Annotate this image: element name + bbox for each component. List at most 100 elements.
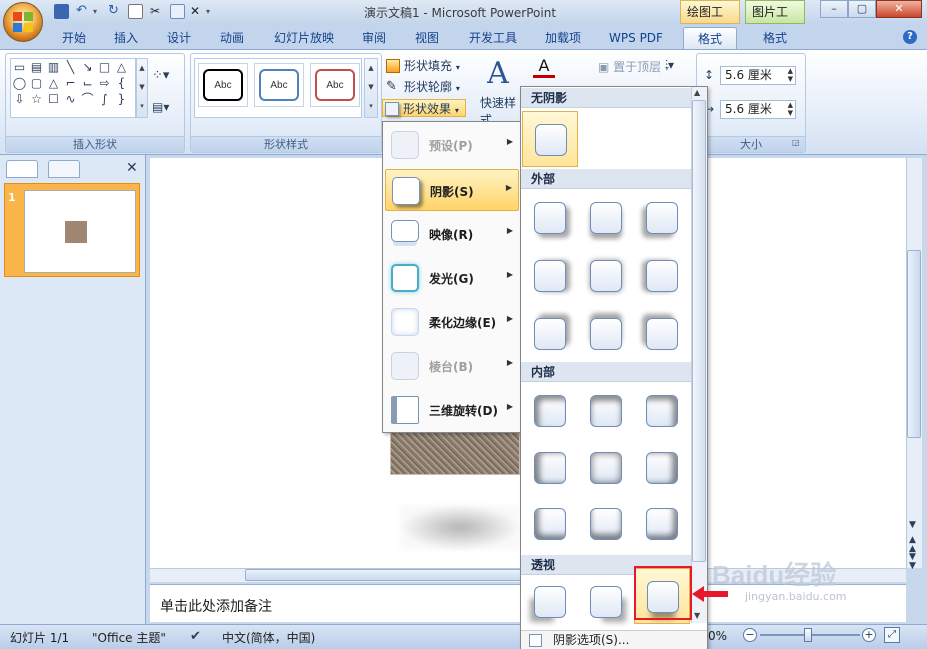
shadow-option-outer[interactable] bbox=[578, 306, 634, 362]
tab-slides[interactable] bbox=[6, 160, 38, 178]
shape-style-gallery-scroll[interactable]: ▲ ▼ ▾ bbox=[364, 58, 378, 118]
spell-check-status-icon[interactable]: ✔ bbox=[190, 629, 201, 644]
brace-shape-icon[interactable]: { bbox=[113, 75, 130, 91]
shadow-option-inner[interactable] bbox=[522, 383, 578, 439]
arc-shape-icon[interactable]: ⌒ bbox=[79, 91, 96, 107]
next-slide-icon[interactable]: ▼ ▼ bbox=[909, 553, 916, 571]
shapes-gallery-scroll[interactable]: ▲ ▼ ▾ bbox=[136, 58, 148, 118]
brace2-shape-icon[interactable]: } bbox=[113, 91, 130, 107]
arrow-line-shape-icon[interactable]: ↘ bbox=[79, 59, 96, 75]
spin-arrows-icon[interactable]: ▲ ▼ bbox=[788, 101, 793, 117]
delete-icon[interactable]: ✕ bbox=[190, 4, 205, 19]
star-shape-icon[interactable]: ☆ bbox=[28, 91, 45, 107]
spin-arrows-icon[interactable]: ▲ ▼ bbox=[788, 67, 793, 83]
tab-design[interactable]: 设计 bbox=[157, 27, 201, 49]
shapes-gallery[interactable]: ▭ ▤ ▥ ╲ ↘ □ △ ◯ ▢ △ ⌐ ⌙ ⇨{ ⇩ ☆ ☐ ∿ ⌒ ∫} bbox=[10, 58, 136, 118]
shadow-option-outer[interactable] bbox=[634, 248, 690, 304]
tab-home[interactable]: 开始 bbox=[52, 27, 96, 49]
shadow-option-inner[interactable] bbox=[522, 496, 578, 552]
textbox-shape-icon[interactable]: ▤ bbox=[28, 59, 45, 75]
office-button[interactable] bbox=[3, 2, 43, 42]
minimize-button[interactable]: – bbox=[820, 0, 848, 18]
zoom-in-icon[interactable]: + bbox=[862, 628, 876, 642]
save-icon[interactable] bbox=[54, 4, 69, 19]
tab-format-drawing[interactable]: 格式 bbox=[683, 27, 737, 49]
elbow-connector-shape-icon[interactable]: ⌙ bbox=[79, 75, 96, 91]
text-fill-icon[interactable]: A bbox=[533, 56, 555, 78]
tab-slideshow[interactable]: 幻灯片放映 bbox=[266, 27, 342, 49]
shadow-option-inner[interactable] bbox=[634, 496, 690, 552]
shadow-option-inner[interactable] bbox=[578, 440, 634, 496]
shadow-option-outer[interactable] bbox=[634, 190, 690, 246]
print-preview-icon[interactable] bbox=[128, 4, 143, 19]
shadow-option-inner[interactable] bbox=[578, 383, 634, 439]
tab-wps-pdf[interactable]: WPS PDF bbox=[600, 27, 672, 49]
rectangle-shape-icon[interactable]: ▭ bbox=[11, 59, 28, 75]
menu-item-bevel[interactable]: 棱台(B) ▶ bbox=[385, 345, 519, 387]
dialog-launcher-icon[interactable]: ◲ bbox=[792, 138, 800, 147]
vertical-scroll-thumb[interactable] bbox=[907, 250, 921, 438]
zoom-out-icon[interactable]: − bbox=[743, 628, 757, 642]
shadow-option-outer[interactable] bbox=[522, 190, 578, 246]
shadow-option-inner[interactable] bbox=[634, 440, 690, 496]
zoom-level[interactable]: 0% bbox=[708, 629, 727, 643]
callout-shape-icon[interactable]: ☐ bbox=[45, 91, 62, 107]
gallery-scroll-up-icon[interactable]: ▲ bbox=[694, 88, 700, 97]
menu-item-soft-edges[interactable]: 柔化边缘(E) ▶ bbox=[385, 301, 519, 343]
shape-style-blue[interactable]: Abc bbox=[254, 63, 304, 107]
tab-insert[interactable]: 插入 bbox=[104, 27, 148, 49]
close-panel-icon[interactable]: ✕ bbox=[126, 160, 138, 176]
shape-style-red[interactable]: Abc bbox=[310, 63, 360, 107]
notes-placeholder[interactable]: 单击此处添加备注 bbox=[160, 596, 272, 616]
down-arrow-shape-icon[interactable]: ⇩ bbox=[11, 91, 28, 107]
undo-dropdown-icon[interactable]: ▾ bbox=[93, 4, 108, 19]
height-field[interactable]: 5.6 厘米 ▲ ▼ bbox=[720, 66, 796, 85]
menu-item-3d-rotation[interactable]: 三维旋转(D) ▶ bbox=[385, 389, 519, 431]
shadow-option-outer[interactable] bbox=[634, 306, 690, 362]
zoom-slider-thumb[interactable] bbox=[804, 628, 812, 642]
triangle2-shape-icon[interactable]: △ bbox=[45, 75, 62, 91]
vertical-textbox-shape-icon[interactable]: ▥ bbox=[45, 59, 62, 75]
shape-outline-button[interactable]: ✎ 形状轮廓 ▾ bbox=[384, 78, 470, 96]
shadow-option-none[interactable] bbox=[522, 111, 578, 167]
tab-view[interactable]: 视图 bbox=[405, 27, 449, 49]
shadow-option-inner[interactable] bbox=[634, 383, 690, 439]
horizontal-scroll-thumb[interactable] bbox=[245, 569, 525, 581]
gallery-scroll-down-icon[interactable]: ▼ bbox=[694, 611, 700, 620]
connector-shape-icon[interactable]: ⌐ bbox=[62, 75, 79, 91]
menu-item-glow[interactable]: 发光(G) ▶ bbox=[385, 257, 519, 299]
shadow-option-outer[interactable] bbox=[522, 306, 578, 362]
freeform-shape-icon[interactable]: ∫ bbox=[96, 91, 113, 107]
tab-animation[interactable]: 动画 bbox=[210, 27, 254, 49]
shadow-option-outer[interactable] bbox=[578, 248, 634, 304]
rounded-rect-shape-icon[interactable]: ▢ bbox=[28, 75, 45, 91]
edit-shape-icon[interactable]: ⁘▾ bbox=[152, 68, 178, 86]
tab-outline[interactable] bbox=[48, 160, 80, 178]
tab-developer[interactable]: 开发工具 bbox=[460, 27, 526, 49]
line-shape-icon[interactable]: ╲ bbox=[62, 59, 79, 75]
oval-shape-icon[interactable]: ◯ bbox=[11, 75, 28, 91]
wordart-a-icon[interactable]: A bbox=[476, 56, 520, 92]
align-icon[interactable]: ⫶▾ bbox=[665, 58, 674, 73]
rect2-shape-icon[interactable]: □ bbox=[96, 59, 113, 75]
cut-icon[interactable]: ✂ bbox=[150, 4, 165, 19]
right-arrow-shape-icon[interactable]: ⇨ bbox=[96, 75, 113, 91]
bring-to-front-button[interactable]: ▣ 置于顶层 ▾ bbox=[598, 58, 669, 75]
scroll-down-icon[interactable]: ▼ bbox=[909, 520, 916, 530]
fit-to-window-icon[interactable]: ⤢ bbox=[884, 627, 900, 643]
textured-shape[interactable] bbox=[390, 430, 520, 475]
customize-qat-icon[interactable]: ▾ bbox=[206, 4, 221, 19]
menu-item-preset[interactable]: 预设(P) ▶ bbox=[385, 124, 519, 166]
tab-format-picture[interactable]: 格式 bbox=[748, 27, 802, 49]
curve-shape-icon[interactable]: ∿ bbox=[62, 91, 79, 107]
undo-icon[interactable]: ↶ bbox=[76, 4, 91, 19]
close-button[interactable]: ✕ bbox=[876, 0, 922, 18]
shadow-option-outer[interactable] bbox=[578, 190, 634, 246]
triangle-shape-icon[interactable]: △ bbox=[113, 59, 130, 75]
shape-effects-button[interactable]: 形状效果 ▾ bbox=[382, 99, 466, 117]
spell-check-icon[interactable] bbox=[170, 4, 185, 19]
width-field[interactable]: 5.6 厘米 ▲ ▼ bbox=[720, 100, 796, 119]
shadow-option-outer[interactable] bbox=[522, 248, 578, 304]
shadow-option-perspective[interactable] bbox=[522, 574, 578, 630]
shadow-option-perspective[interactable] bbox=[578, 574, 634, 630]
